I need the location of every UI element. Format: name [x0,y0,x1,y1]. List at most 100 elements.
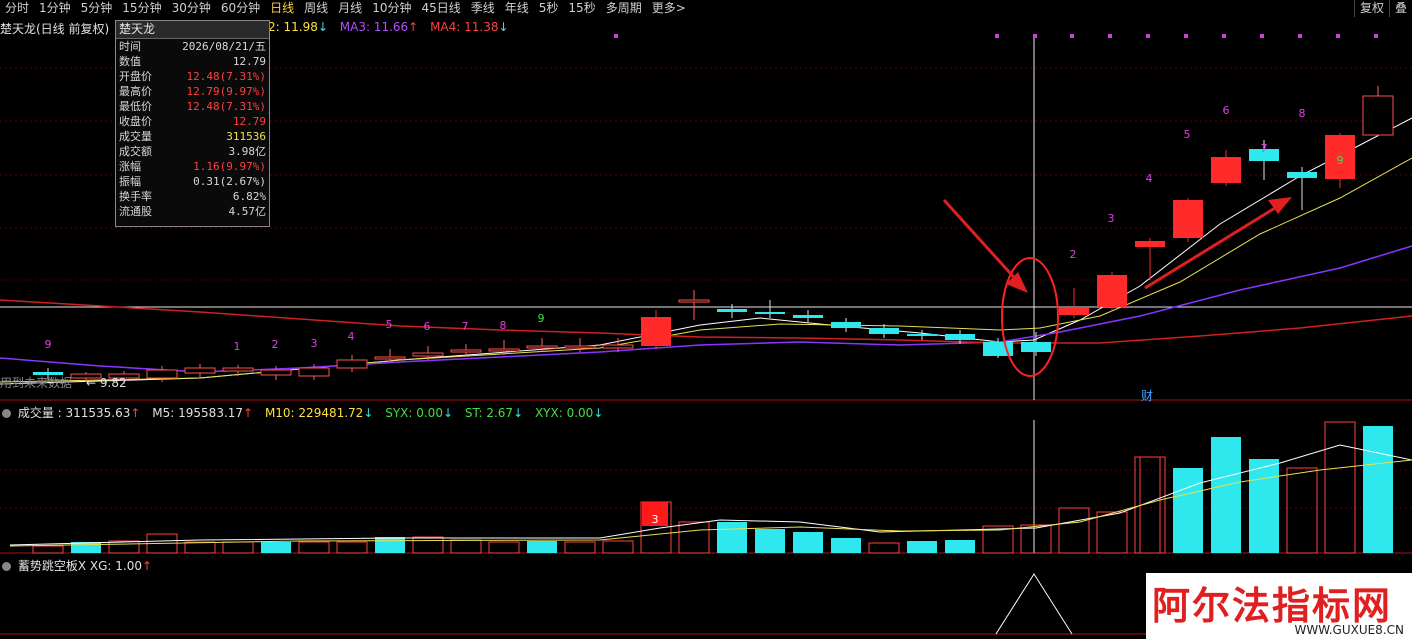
row-key: 流通股 [119,205,152,218]
future-data-label: 用到未来数据 [0,376,73,390]
period-tab[interactable]: 分时 [0,0,34,17]
candle-body [1135,241,1165,247]
candle-number: 6 [1223,104,1230,117]
volume-bar [375,537,405,553]
data-window-title: 楚天龙 [116,21,269,39]
overlay-button[interactable]: 叠 [1388,0,1412,17]
period-tab[interactable]: 60分钟 [216,0,265,17]
data-window-row: 最高价 12.79(9.97%) [116,84,269,99]
signal-dot [995,34,999,38]
candle-body [1211,157,1241,183]
volume-bar [755,529,785,553]
candle-body [907,334,937,336]
indicator-toggle-icon[interactable] [2,562,11,571]
ma-legend: 2: 11.98↓ MA3: 11.66↑ MA4: 11.38↓ [268,20,509,34]
candle-number: 9 [1337,154,1344,167]
volume-bar [1173,468,1203,553]
period-tab[interactable]: 30分钟 [167,0,216,17]
volume-bar [261,542,291,553]
candle-number: 2 [1070,248,1077,261]
period-tab[interactable]: 月线 [333,0,367,17]
candle-body [1097,275,1127,307]
candle-body [146,369,178,379]
period-tab[interactable]: 更多> [647,0,691,17]
indicator-header: 蓄势跳空板X XG: 1.00↑ [2,557,152,574]
signal-dot [1146,34,1150,38]
annotation-arrow [1144,203,1281,290]
signal-dot [1336,34,1340,38]
volume-bar [1324,421,1356,554]
data-window-row: 开盘价 12.48(7.31%) [116,69,269,84]
candle-body [602,344,634,349]
volume-bar [298,541,330,554]
row-key: 涨幅 [119,160,141,173]
row-value: 12.79(9.97%) [186,85,266,98]
candle-body [1059,308,1089,315]
watermark: 阿尔法指标网 WWW.GUXUE8.CN [1146,573,1412,639]
data-window-row: 成交额 3.98亿 [116,144,269,159]
finance-marker[interactable]: 财 [1141,387,1153,404]
ma3-value: MA3: 11.66 [339,20,409,34]
row-value: 12.79 [232,55,266,68]
candle-number: 4 [348,330,355,343]
candle-body [1287,172,1317,178]
candle-body [298,367,330,377]
period-tab[interactable]: 周线 [299,0,333,17]
period-tab[interactable]: 季线 [466,0,500,17]
candle-number: 9 [45,338,52,351]
row-value: 4.57亿 [228,205,267,218]
period-tab[interactable]: 45日线 [416,0,465,17]
candle-number: 7 [1261,142,1268,155]
signal-dot [1298,34,1302,38]
candle-body [1362,95,1394,136]
fuquan-button[interactable]: 复权 [1353,0,1389,17]
volume-bar [184,541,216,554]
volume-header: 成交量 : 311535.63↑ M5: 195583.17↑ M10: 229… [2,404,603,421]
period-toolbar: 分时 1分钟 5分钟 15分钟 30分钟 60分钟 日线 周线 月线 10分钟 45日线 季线 年线 5秒… [0,0,1412,17]
volume-bar [717,522,747,553]
period-tab[interactable]: 日线 [265,0,299,17]
period-tab[interactable]: 10分钟 [367,0,416,17]
period-tab[interactable]: 15秒 [563,0,600,17]
period-tab[interactable]: 多周期 [601,0,647,17]
candle-body [412,352,444,357]
volume-bar [527,541,557,553]
candle-body [793,315,823,318]
highlight-ellipse [1001,257,1059,377]
period-tab[interactable]: 5秒 [534,0,564,17]
period-tab[interactable]: 年线 [500,0,534,17]
candle-body [564,345,596,349]
candle-body [488,348,520,352]
signal-dot [1222,34,1226,38]
m5-value: M5: 195583.17 [152,406,244,420]
volume-bar [1286,467,1318,554]
row-key: 数值 [119,55,141,68]
volume-marker: 3 [652,513,659,526]
volume-bar [602,540,634,554]
candle-body [678,299,710,303]
ma-red [0,299,1412,344]
signal-dot [1070,34,1074,38]
candle-body [869,328,899,334]
data-window-row: 成交量 311536 [116,129,269,144]
volume-bar [907,541,937,553]
volume-bar [945,540,975,553]
volume-bar [412,536,444,554]
period-tab[interactable]: 5分钟 [76,0,118,17]
row-value: 311536 [226,130,266,143]
volume-toggle-icon[interactable] [2,409,11,418]
candle-body [184,367,216,374]
main-panel-header: 楚天龙(日线 前复权) [0,20,117,37]
data-window-row: 流通股 4.57亿 [116,204,269,219]
candle-number: 1 [234,340,241,353]
candle-number: 8 [1299,107,1306,120]
volume-bar [868,542,900,554]
row-value: 2026/08/21/五 [182,40,266,53]
period-tab[interactable]: 15分钟 [117,0,166,17]
volume-bar [222,541,254,554]
watermark-title: 阿尔法指标网 [1152,584,1393,628]
candle-number: 4 [1146,172,1153,185]
candle-body [641,317,671,346]
period-tab[interactable]: 1分钟 [34,0,76,17]
data-window-row: 涨幅 1.16(9.97%) [116,159,269,174]
